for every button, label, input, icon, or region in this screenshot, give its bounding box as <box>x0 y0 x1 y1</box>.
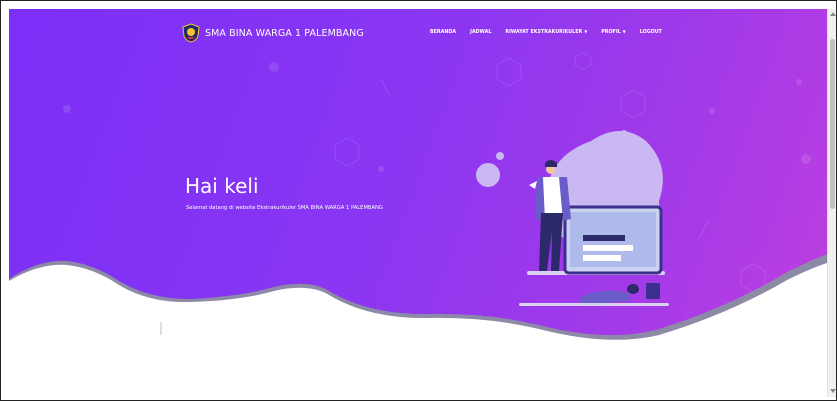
scroll-down-icon[interactable] <box>830 389 836 393</box>
vertical-scrollbar[interactable] <box>827 9 836 397</box>
wave-divider <box>9 254 827 397</box>
scrollbar-thumb[interactable] <box>830 39 835 209</box>
scroll-up-icon[interactable] <box>830 12 836 16</box>
hero-section: SMA BINA WARGA 1 PALEMBANG BERANDA JADWA… <box>9 9 827 397</box>
browser-viewport: SMA BINA WARGA 1 PALEMBANG BERANDA JADWA… <box>0 0 837 401</box>
